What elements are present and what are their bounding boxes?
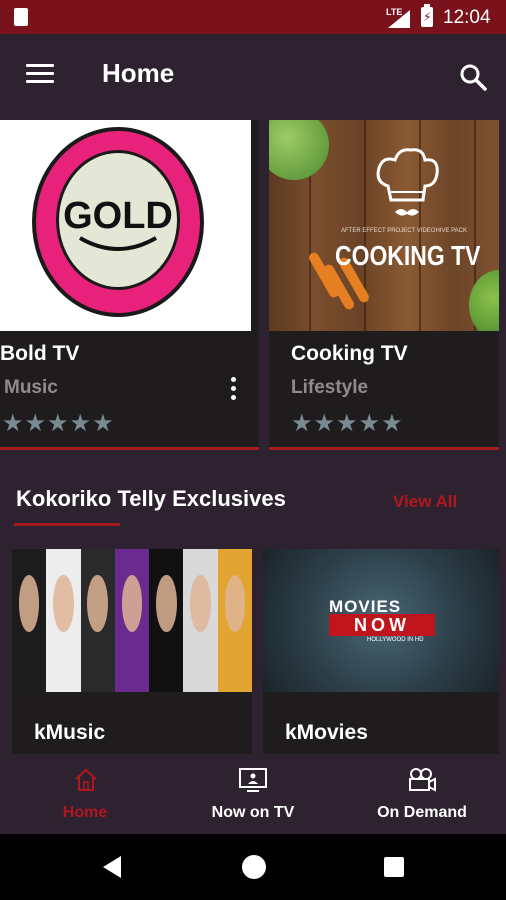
- nav-home[interactable]: Home: [40, 755, 130, 834]
- cooking-logo-text: COOKING TV: [335, 240, 481, 271]
- channel-card[interactable]: GOLD Bold TV Music ★★★★★: [0, 120, 259, 450]
- channel-category: Lifestyle: [291, 377, 369, 398]
- network-type: LTE: [386, 7, 403, 17]
- system-navigation-bar: [0, 834, 506, 900]
- nav-now-on-tv[interactable]: Now on TV: [203, 755, 303, 834]
- nav-on-demand[interactable]: On Demand: [372, 755, 472, 834]
- exclusive-card[interactable]: kMusic: [12, 549, 252, 754]
- system-home-icon[interactable]: [242, 855, 266, 879]
- home-icon: [75, 768, 97, 791]
- gold-logo-text: GOLD: [63, 195, 173, 237]
- tv-icon: [239, 768, 267, 792]
- channel-name: Bold TV: [0, 342, 80, 365]
- back-icon[interactable]: [103, 856, 121, 878]
- channel-name: Cooking TV: [291, 342, 408, 365]
- sim-card-icon: [14, 8, 28, 26]
- clock: 12:04: [443, 7, 491, 28]
- bottom-navigation: Home Now on TV On Demand: [0, 755, 506, 834]
- more-options-icon[interactable]: [231, 377, 237, 403]
- app-bar: Home: [0, 34, 506, 114]
- nav-on-demand-label: On Demand: [377, 804, 467, 821]
- search-icon[interactable]: [458, 62, 488, 92]
- chef-hat-icon: [376, 148, 439, 216]
- section-underline: [14, 523, 120, 526]
- status-bar: LTE ⚡ 12:04: [0, 0, 506, 34]
- kmovies-thumbnail: MOVIES NOW HOLLYWOOD IN HD: [263, 549, 499, 692]
- cooking-small-text: AFTER EFFECT PROJECT VIDEOHIVE PACK: [341, 228, 468, 234]
- movies-now-logo: MOVIES NOW HOLLYWOOD IN HD: [329, 597, 435, 643]
- recent-apps-icon[interactable]: [384, 857, 404, 877]
- nav-now-on-tv-label: Now on TV: [211, 804, 295, 821]
- nav-home-label: Home: [62, 804, 108, 821]
- channel-logo: AFTER EFFECT PROJECT VIDEOHIVE PACK COOK…: [269, 120, 499, 331]
- section-title: Kokoriko Telly Exclusives: [16, 486, 286, 511]
- page-title: Home: [102, 58, 175, 88]
- menu-icon[interactable]: [26, 64, 54, 84]
- rating-stars: ★★★★★: [291, 410, 404, 437]
- exclusive-card[interactable]: MOVIES NOW HOLLYWOOD IN HD kMovies: [263, 549, 499, 754]
- camera-icon: [409, 768, 436, 792]
- channel-logo: GOLD: [0, 120, 251, 331]
- exclusive-name: kMovies: [285, 721, 368, 744]
- view-all-link[interactable]: View All: [393, 492, 457, 512]
- card-accent-line: [0, 447, 259, 450]
- kmusic-thumbnail: [12, 549, 252, 692]
- channel-category: Music: [4, 377, 58, 398]
- battery-charging-icon: ⚡: [421, 4, 433, 27]
- rating-stars: ★★★★★: [2, 410, 115, 437]
- card-accent-line: [269, 447, 499, 450]
- exclusive-name: kMusic: [34, 721, 106, 744]
- channel-card[interactable]: AFTER EFFECT PROJECT VIDEOHIVE PACK COOK…: [269, 120, 499, 450]
